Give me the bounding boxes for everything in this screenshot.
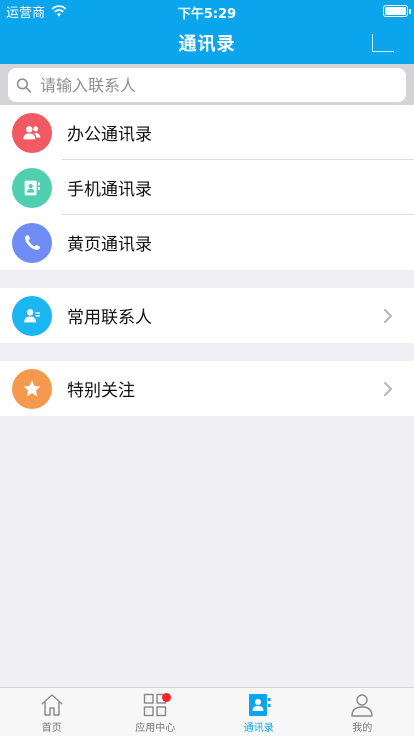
phone-directory-row[interactable]: 手机通讯录 [0, 160, 414, 215]
star-icon [12, 368, 52, 409]
navbar: 通讯录 [0, 22, 414, 64]
search-icon [16, 77, 32, 93]
status-time: 下午5:29 [177, 7, 237, 22]
status-bar: 运营商 下午5:29 [0, 0, 414, 22]
row-label: 手机通讯录 [67, 180, 152, 200]
tab-label: 应用中心 [135, 723, 176, 734]
corner-bracket-icon[interactable] [372, 34, 394, 52]
chevron-right-icon [383, 308, 393, 323]
tab-label: 通讯录 [243, 723, 274, 734]
search-input[interactable] [39, 75, 398, 95]
tab-app-center[interactable]: 应用中心 [104, 688, 208, 736]
notification-badge [161, 693, 171, 702]
tab-label: 我的 [352, 723, 373, 734]
battery-icon [383, 5, 411, 17]
special-attention-row[interactable]: 特别关注 [0, 361, 414, 416]
page-title: 通讯录 [178, 34, 236, 55]
chevron-right-icon [383, 381, 393, 396]
tab-contacts[interactable]: 通讯录 [207, 688, 311, 736]
contacts-group-frequent: 常用联系人 [0, 288, 414, 343]
phone-icon [12, 222, 52, 263]
yellow-pages-row[interactable]: 黄页通讯录 [0, 215, 414, 270]
contacts-group-special: 特别关注 [0, 361, 414, 416]
tab-bar: 首页 应用中心 通讯录 我的 [0, 687, 414, 736]
header: 运营商 下午5:29 通讯录 [0, 0, 414, 64]
search-box[interactable] [8, 68, 406, 102]
people-icon [12, 112, 52, 153]
tab-home[interactable]: 首页 [0, 688, 104, 736]
office-directory-row[interactable]: 办公通讯录 [0, 105, 414, 160]
home-icon [41, 694, 63, 716]
contact-card-icon [12, 167, 52, 208]
frequent-contacts-icon [12, 295, 52, 336]
contacts-group-directories: 办公通讯录 手机通讯录 黄页通讯录 [0, 105, 414, 270]
tab-label: 首页 [41, 723, 62, 734]
profile-icon [351, 694, 373, 717]
row-label: 黄页通讯录 [67, 235, 152, 255]
frequent-contacts-row[interactable]: 常用联系人 [0, 288, 414, 343]
row-label: 办公通讯录 [67, 125, 152, 145]
tab-mine[interactable]: 我的 [311, 688, 414, 736]
row-label: 常用联系人 [67, 308, 152, 328]
row-label: 特别关注 [67, 381, 135, 401]
search-bar [0, 64, 414, 105]
contacts-book-icon [248, 694, 271, 716]
